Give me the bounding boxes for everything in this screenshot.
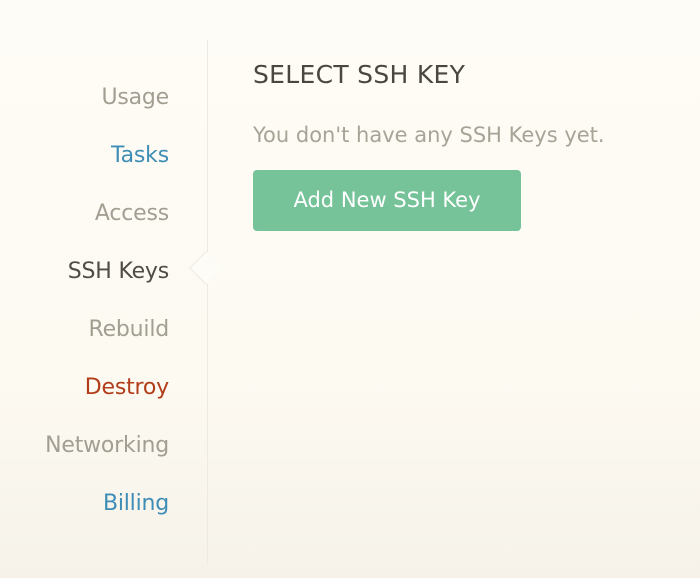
- sidebar-item-networking[interactable]: Networking: [45, 432, 169, 460]
- ssh-key-panel: SELECT SSH KEY You don't have any SSH Ke…: [253, 60, 683, 231]
- sidebar-item-access[interactable]: Access: [95, 200, 169, 228]
- page-title: SELECT SSH KEY: [253, 60, 466, 89]
- sidebar-item-billing[interactable]: Billing: [103, 490, 169, 518]
- sidebar-item-ssh-keys[interactable]: SSH Keys: [68, 258, 169, 286]
- sidebar-item-tasks[interactable]: Tasks: [111, 142, 169, 170]
- add-ssh-key-button[interactable]: Add New SSH Key: [253, 170, 521, 231]
- sidebar-item-destroy[interactable]: Destroy: [85, 374, 169, 402]
- sidebar-item-rebuild[interactable]: Rebuild: [88, 316, 169, 344]
- empty-state-message: You don't have any SSH Keys yet.: [253, 123, 605, 147]
- sidebar-nav: Usage Tasks Access SSH Keys Rebuild Dest…: [0, 40, 208, 564]
- sidebar-item-usage[interactable]: Usage: [101, 84, 169, 112]
